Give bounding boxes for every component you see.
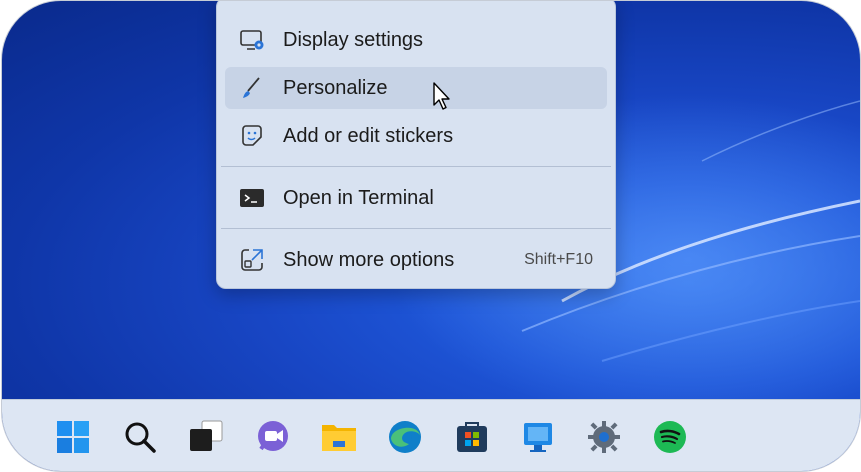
menu-item-label: Add or edit stickers: [283, 124, 454, 147]
file-explorer-icon[interactable]: [320, 418, 358, 456]
menu-item-show-more-options[interactable]: Show more options Shift+F10: [225, 239, 607, 281]
menu-item-label: Show more options: [283, 248, 455, 271]
microsoft-store-icon[interactable]: [453, 418, 491, 456]
settings-gear-icon[interactable]: [585, 418, 623, 456]
menu-item-label: Personalize: [283, 76, 388, 99]
search-icon[interactable]: [121, 418, 159, 456]
mouse-cursor-icon: [433, 82, 450, 110]
menu-separator: [221, 228, 611, 229]
windows-start-icon[interactable]: [54, 418, 92, 456]
teams-chat-icon[interactable]: [254, 418, 292, 456]
desktop-context-menu: Display settings Personalize Add or edit…: [216, 1, 616, 289]
desktop-window: Display settings Personalize Add or edit…: [1, 0, 861, 472]
edge-icon[interactable]: [386, 418, 424, 456]
menu-item-display-settings[interactable]: Display settings: [225, 19, 607, 61]
menu-item-label: Open in Terminal: [283, 186, 434, 209]
menu-item-personalize[interactable]: Personalize: [225, 67, 607, 109]
menu-separator: [221, 166, 611, 167]
spotify-icon[interactable]: [651, 418, 689, 456]
menu-item-label: Display settings: [283, 28, 424, 51]
remote-desktop-icon[interactable]: [519, 418, 557, 456]
brush-icon: [239, 75, 265, 101]
menu-item-open-in-terminal[interactable]: Open in Terminal: [225, 177, 607, 219]
taskbar: [2, 399, 860, 471]
sticker-icon: [239, 123, 265, 149]
external-options-icon: [239, 247, 265, 273]
terminal-icon: [239, 185, 265, 211]
display-settings-icon: [239, 27, 265, 53]
shortcut-label: Shift+F10: [524, 251, 593, 268]
task-view-icon[interactable]: [187, 418, 225, 456]
menu-item-add-edit-stickers[interactable]: Add or edit stickers: [225, 115, 607, 157]
